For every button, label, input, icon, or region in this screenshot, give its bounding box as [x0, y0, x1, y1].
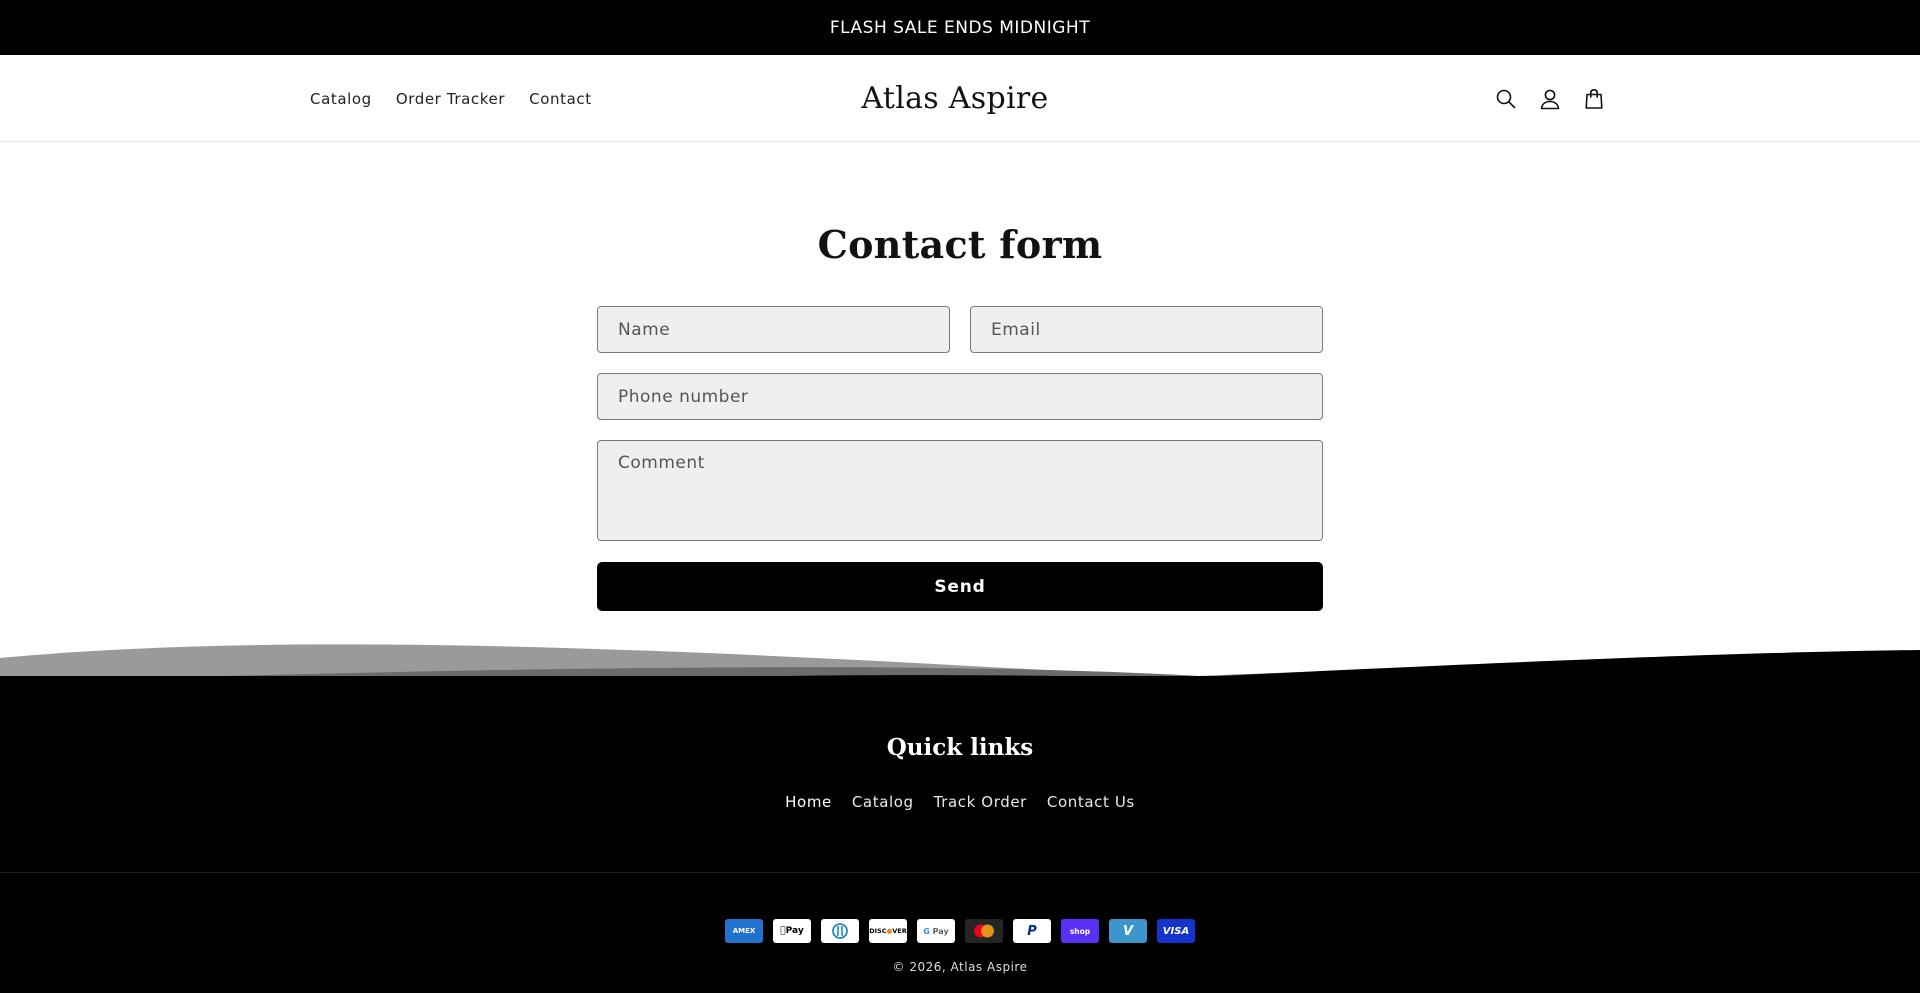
footer-divider	[0, 872, 1920, 873]
cart-icon[interactable]	[1582, 87, 1606, 111]
visa-icon: VISA	[1157, 919, 1195, 943]
comment-field[interactable]	[618, 453, 1302, 540]
footer-link-contact-us[interactable]: Contact Us	[1047, 793, 1135, 811]
send-button[interactable]: Send	[597, 562, 1323, 611]
site-logo[interactable]: Atlas Aspire	[861, 81, 1048, 116]
mastercard-icon	[965, 919, 1003, 943]
email-field-wrapper	[970, 306, 1323, 353]
payment-icons: AMEX Pay DISC●VER G Pay P shop V VISA	[0, 919, 1920, 943]
shop-pay-icon: shop	[1061, 919, 1099, 943]
page-title: Contact form	[817, 222, 1103, 267]
quick-links-title: Quick links	[886, 734, 1034, 761]
amex-icon: AMEX	[725, 919, 763, 943]
phone-field[interactable]	[618, 374, 1302, 419]
nav-item-order-tracker[interactable]: Order Tracker	[396, 90, 505, 108]
name-field-wrapper	[597, 306, 950, 353]
nav-item-catalog[interactable]: Catalog	[310, 90, 372, 108]
paypal-icon: P	[1013, 919, 1051, 943]
announcement-text: FLASH SALE ENDS MIDNIGHT	[829, 17, 1091, 38]
site-footer: Quick links Home Catalog Track Order Con…	[0, 676, 1920, 993]
name-field[interactable]	[618, 307, 929, 352]
apple-pay-icon: Pay	[773, 919, 811, 943]
logo-wrapper: Atlas Aspire	[0, 55, 1920, 142]
diners-club-icon	[821, 919, 859, 943]
site-header: Catalog Order Tracker Contact Atlas Aspi…	[0, 55, 1920, 142]
search-icon[interactable]	[1494, 87, 1518, 111]
comment-field-wrapper	[597, 440, 1323, 541]
main-nav: Catalog Order Tracker Contact	[310, 55, 592, 142]
venmo-icon: V	[1109, 919, 1147, 943]
email-field[interactable]	[991, 307, 1302, 352]
quick-links: Home Catalog Track Order Contact Us	[0, 793, 1920, 811]
announcement-bar: FLASH SALE ENDS MIDNIGHT	[0, 0, 1920, 55]
copyright: © 2026, Atlas Aspire	[892, 960, 1028, 974]
account-icon[interactable]	[1538, 87, 1562, 111]
phone-field-wrapper	[597, 373, 1323, 420]
footer-link-track-order[interactable]: Track Order	[934, 793, 1027, 811]
discover-icon: DISC ● VER	[869, 919, 907, 943]
footer-link-catalog[interactable]: Catalog	[852, 793, 914, 811]
nav-item-contact[interactable]: Contact	[529, 90, 592, 108]
google-pay-icon: G Pay	[917, 919, 955, 943]
footer-link-home[interactable]: Home	[785, 793, 832, 811]
header-icons	[1494, 55, 1606, 142]
